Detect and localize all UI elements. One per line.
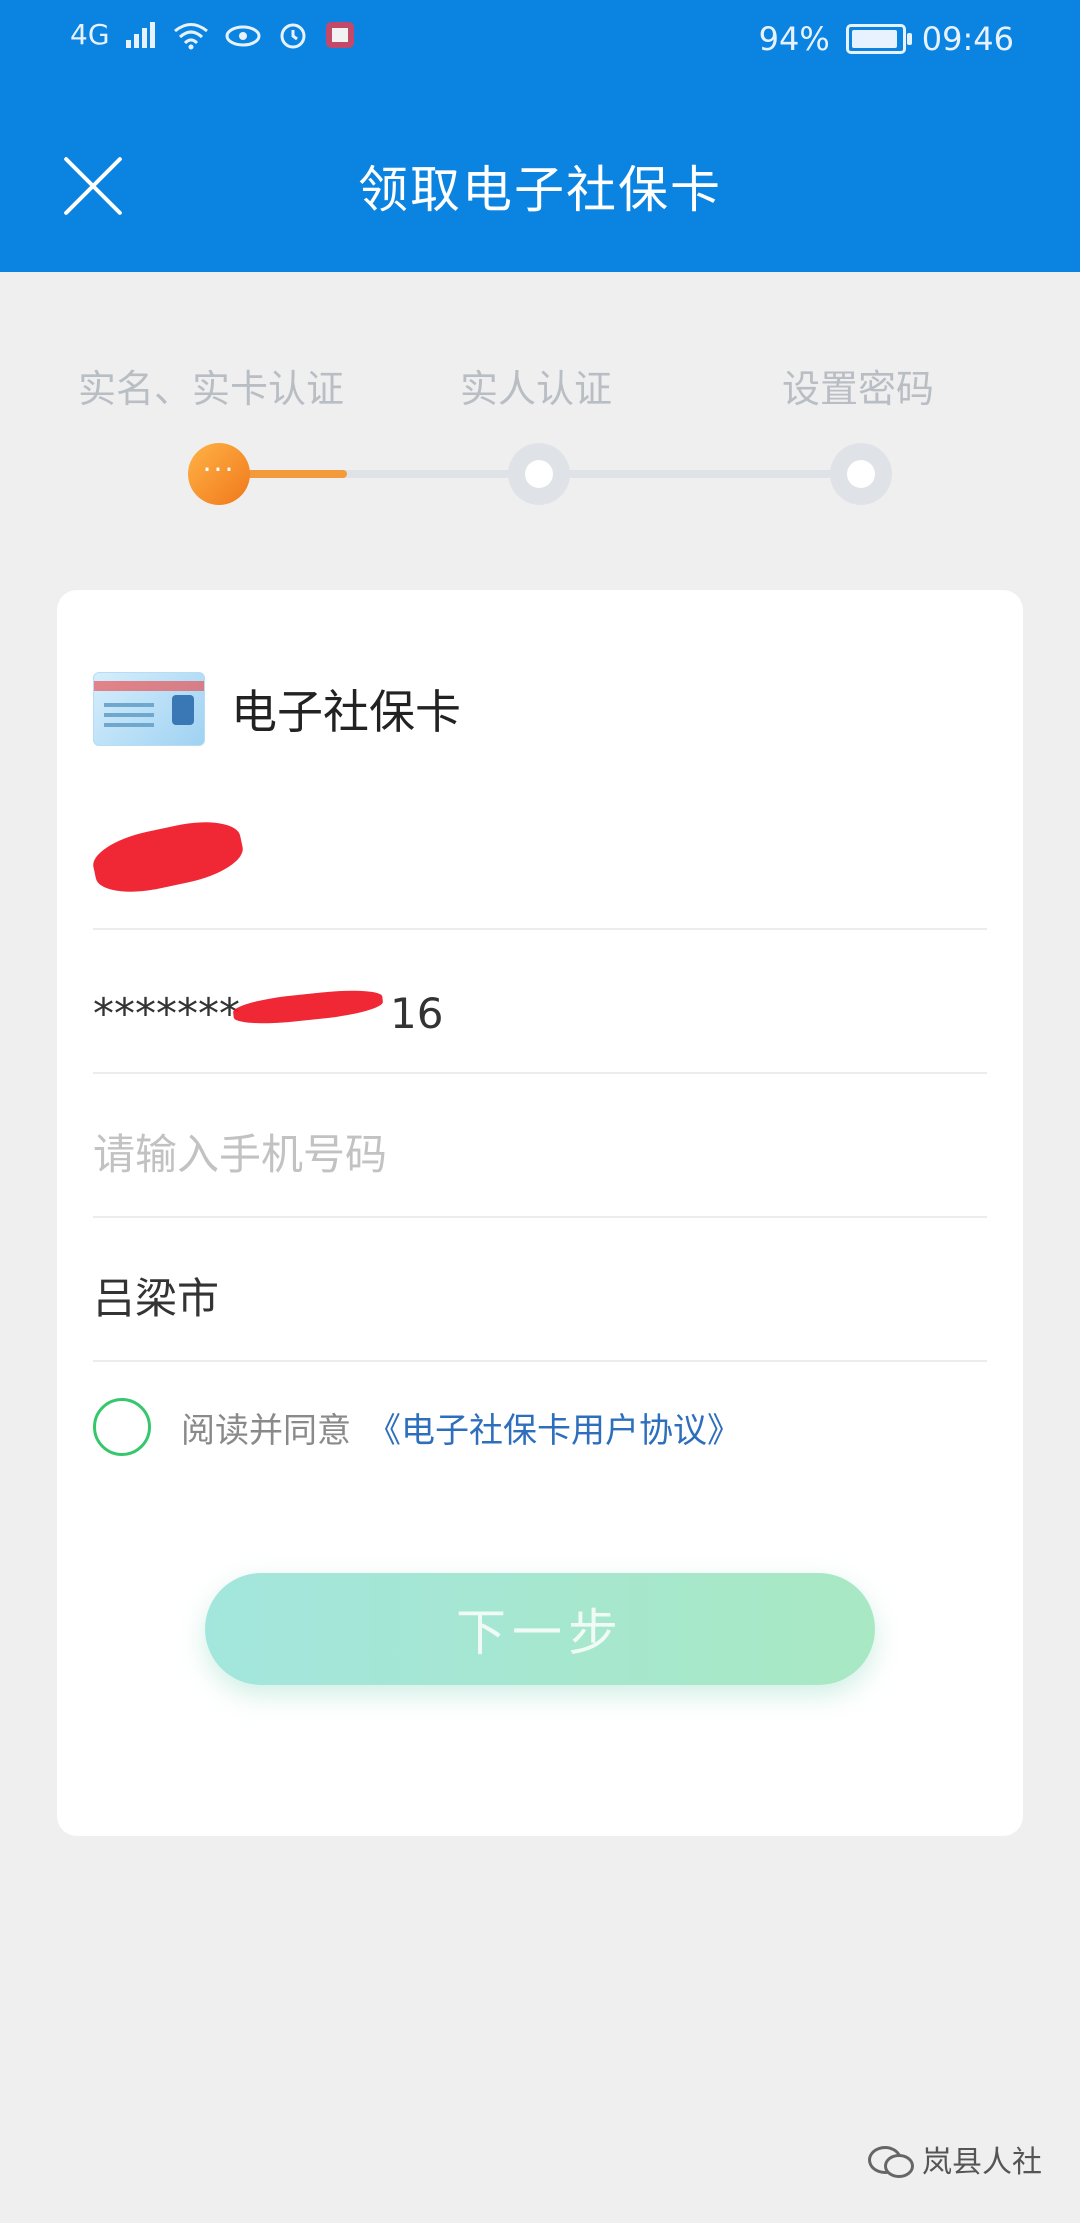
agree-checkbox[interactable] <box>93 1398 151 1456</box>
agreement-link[interactable]: 《电子社保卡用户协议》 <box>367 1403 741 1452</box>
step-label-1: 实名、实卡认证 <box>78 367 345 411</box>
step-label-2: 实人认证 <box>460 367 613 411</box>
next-step-label: 下一步 <box>456 1604 624 1662</box>
app-header: 4G 94% 09:46 领取电子社保卡 <box>0 0 1080 272</box>
network-label: 4G <box>70 18 110 51</box>
status-right: 94% 09:46 <box>759 20 1014 58</box>
progress-steps: 实名、实卡认证 实人认证 设置密码 ··· <box>0 350 1080 510</box>
phone-field[interactable]: 请输入手机号码 <box>93 1074 987 1218</box>
watermark-text: 岚县人社 <box>922 2145 1042 2180</box>
status-bar: 4G 94% 09:46 <box>0 0 1080 90</box>
watermark: 岚县人社 <box>868 2137 1042 2181</box>
agreement-row: 阅读并同意 《电子社保卡用户协议》 <box>93 1398 741 1456</box>
city-field[interactable]: 吕梁市 <box>93 1218 987 1362</box>
wifi-icon <box>173 22 208 49</box>
step-dot-1: ··· <box>188 443 250 505</box>
step-dot-2 <box>508 443 570 505</box>
redaction-mark <box>88 813 248 901</box>
alarm-icon <box>280 23 306 48</box>
title-bar: 领取电子社保卡 <box>0 90 1080 272</box>
eye-icon <box>225 25 261 46</box>
next-step-button[interactable]: 下一步 <box>205 1573 875 1685</box>
agree-text: 阅读并同意 <box>181 1410 351 1451</box>
city-value: 吕梁市 <box>93 1274 220 1323</box>
form-card: 电子社保卡 ******* 16 请输入手机号码 吕梁市 阅读并同意 《电子社保卡… <box>57 590 1023 1836</box>
battery-icon <box>845 24 912 54</box>
name-field[interactable] <box>88 786 987 930</box>
wechat-icon <box>868 2142 914 2178</box>
page-title: 领取电子社保卡 <box>358 161 722 219</box>
clock-time: 09:46 <box>921 20 1014 58</box>
step-label-3: 设置密码 <box>782 367 935 411</box>
social-security-card-image <box>93 672 205 746</box>
book-app-icon <box>325 21 354 48</box>
step-dot-3 <box>830 443 892 505</box>
signal-icon <box>125 21 155 48</box>
battery-percent: 94% <box>758 20 830 58</box>
card-header: 电子社保卡 <box>93 672 461 746</box>
phone-placeholder: 请输入手机号码 <box>93 1130 388 1179</box>
id-number-field[interactable]: ******* 16 <box>93 930 987 1074</box>
status-icons: 4G <box>70 18 356 51</box>
card-title: 电子社保卡 <box>231 685 461 739</box>
